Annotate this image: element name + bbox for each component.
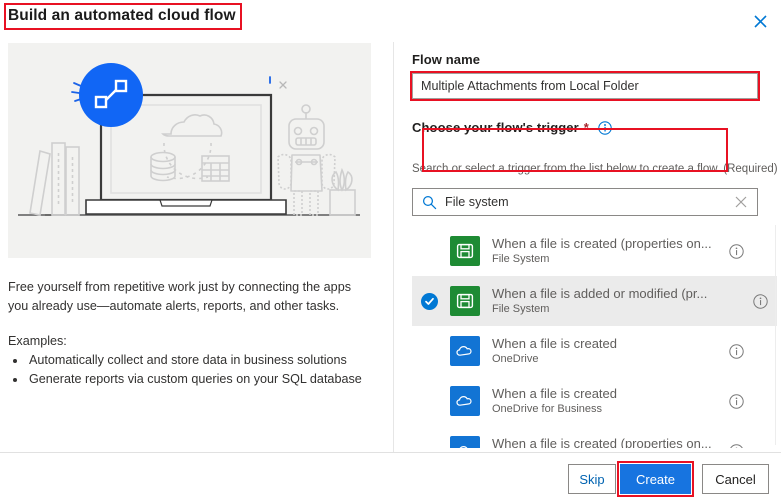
info-glyph [598, 120, 612, 135]
search-icon [422, 195, 437, 210]
required-marker: * [583, 120, 589, 135]
trigger-text-group: When a file is added or modified (pr... … [480, 285, 743, 317]
info-glyph [752, 293, 768, 309]
trigger-search-box[interactable]: File system [412, 188, 758, 216]
trigger-name: When a file is created (properties on... [492, 236, 712, 251]
onedrive-icon [450, 386, 480, 416]
dialog-footer: Skip Create Cancel [0, 453, 781, 503]
trigger-connector: OneDrive for Business [492, 403, 603, 415]
trigger-list[interactable]: When a file is created (properties on...… [412, 226, 777, 448]
close-icon[interactable] [747, 8, 773, 34]
automation-desk-illustration [8, 43, 371, 258]
trigger-text-group: When a file is created (properties on...… [480, 435, 719, 448]
search-input[interactable]: File system [445, 195, 735, 209]
examples-list: Automatically collect and store data in … [8, 351, 362, 389]
info-glyph [728, 393, 744, 409]
info-icon[interactable] [719, 443, 753, 448]
examples-label: Examples: [8, 334, 67, 348]
page-title: Build an automated cloud flow [8, 7, 236, 24]
illustration-graphic [18, 63, 360, 216]
info-icon[interactable] [719, 243, 753, 259]
info-icon[interactable] [719, 343, 753, 359]
info-glyph [728, 343, 744, 359]
onedrive-icon [450, 336, 480, 366]
clear-search-icon[interactable] [735, 196, 747, 208]
trigger-name: When a file is created [492, 386, 618, 401]
info-icon[interactable] [598, 120, 612, 135]
trigger-label-group: Choose your flow's trigger * [412, 120, 612, 135]
info-icon[interactable] [719, 393, 753, 409]
file-system-glyph [456, 243, 474, 259]
trigger-name: When a file is created [492, 336, 618, 351]
list-item: Generate reports via custom queries on y… [27, 370, 362, 389]
create-flow-dialog: Build an automated cloud flow Free yours… [0, 0, 781, 503]
selection-indicator [412, 292, 446, 310]
trigger-text-group: When a file is created (properties on...… [480, 235, 719, 267]
trigger-list-item-selected[interactable]: When a file is added or modified (pr... … [412, 276, 777, 326]
trigger-name: When a file is added or modified (pr... [492, 286, 708, 301]
file-system-icon [450, 286, 480, 316]
skip-button[interactable]: Skip [568, 464, 616, 494]
flow-form-panel: Flow name Choose your flow's trigger * S… [410, 40, 781, 452]
onedrive-glyph [455, 395, 472, 406]
left-info-panel: Free yourself from repetitive work just … [0, 40, 393, 452]
intro-paragraph: Free yourself from repetitive work just … [8, 280, 351, 313]
flow-name-label: Flow name [412, 52, 481, 67]
onedrive-glyph [458, 445, 470, 448]
trigger-text-group: When a file is created OneDrive [480, 335, 719, 367]
list-item: Automatically collect and store data in … [27, 351, 362, 370]
close-glyph [735, 196, 747, 208]
info-glyph [728, 243, 744, 259]
check-glyph [424, 297, 434, 305]
close-glyph [753, 14, 767, 28]
trigger-label: Choose your flow's trigger [412, 120, 579, 135]
trigger-text-group: When a file is created OneDrive for Busi… [480, 385, 719, 417]
trigger-connector: File System [492, 303, 550, 315]
trigger-name: When a file is created (properties on... [492, 436, 712, 448]
onedrive-icon [450, 436, 480, 448]
search-glyph [422, 195, 437, 209]
onedrive-glyph [455, 345, 472, 356]
trigger-list-item[interactable]: When a file is created OneDrive for Busi… [412, 376, 753, 426]
create-button[interactable]: Create [620, 464, 691, 494]
file-system-icon [450, 236, 480, 266]
cancel-button[interactable]: Cancel [702, 464, 769, 494]
trigger-connector: File System [492, 253, 550, 265]
trigger-list-item[interactable]: When a file is created (properties on...… [412, 426, 753, 448]
file-system-glyph [456, 293, 474, 309]
checkmark-icon [420, 292, 438, 310]
trigger-list-item[interactable]: When a file is created OneDrive [412, 326, 753, 376]
flow-name-input[interactable] [412, 73, 758, 99]
trigger-list-item[interactable]: When a file is created (properties on...… [412, 226, 753, 276]
trigger-hint-text: Search or select a trigger from the list… [412, 163, 778, 175]
info-glyph [729, 443, 743, 448]
info-icon[interactable] [743, 293, 777, 309]
trigger-connector: OneDrive [492, 353, 539, 365]
panel-divider [393, 42, 394, 452]
list-edge-line [775, 225, 776, 445]
